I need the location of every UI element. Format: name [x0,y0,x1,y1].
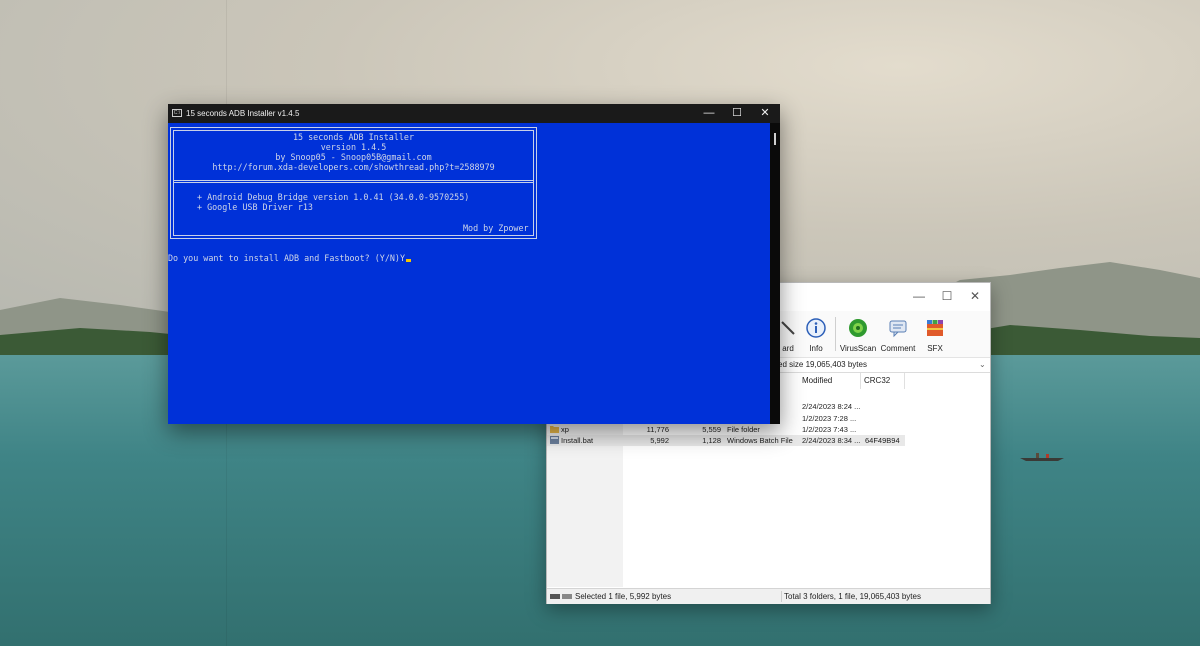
toolbar-separator [835,317,836,351]
console-scrollbar[interactable] [770,123,780,424]
row-modified: 1/2/2023 7:43 ... [802,425,857,434]
status-selected: Selected 1 file, 5,992 bytes [575,592,672,601]
virusscan-label: VirusScan [839,344,877,353]
console-window[interactable]: C:\ 15 seconds ADB Installer v1.4.5 — ☐ … [168,104,780,424]
console-app-icon: C:\ [172,109,182,117]
folder-icon [550,426,559,433]
sfx-icon [927,320,943,336]
row-modified: 2/24/2023 8:24 ... [802,402,861,411]
row-type: Windows Batch File [727,436,793,445]
banner-version: version 1.4.5 [320,142,387,152]
virusscan-button[interactable]: VirusScan [837,315,879,355]
banner-divider [173,182,534,183]
console-prompt: Do you want to install ADB and Fastboot?… [168,253,405,263]
chevron-down-icon[interactable]: ⌄ [979,358,986,372]
row-modified: 1/2/2023 7:28 ... [802,414,857,423]
sfx-button[interactable]: SFX [914,315,956,355]
archive-status-bar: Selected 1 file, 5,992 bytes Total 3 fol… [547,588,990,604]
drive-icon [550,594,572,599]
row-name: Install.bat [561,436,594,445]
row-packed: 5,559 [702,425,721,434]
sfx-label: SFX [927,344,943,353]
status-total: Total 3 folders, 1 file, 19,065,403 byte… [784,592,921,601]
banner-item-adb: + Android Debug Bridge version 1.0.41 (3… [197,192,470,202]
row-crc32: 64F49B94 [865,436,900,445]
banner-author: by Snoop05 - Snoop05B@gmail.com [275,152,432,162]
comment-icon [889,320,907,338]
comment-label: Comment [880,344,916,353]
boat-figure [1020,453,1064,461]
row-size: 5,992 [650,436,669,445]
row-size: 11,776 [646,425,669,434]
column-header-modified[interactable]: Modified [799,373,861,389]
virusscan-icon [849,319,867,337]
row-modified: 2/24/2023 8:34 ... [802,436,861,445]
info-button[interactable]: Info [795,315,837,355]
console-minimize-button[interactable]: — [694,104,724,123]
banner-name: 15 seconds ADB Installer [292,132,414,142]
status-divider [781,591,782,602]
scrollbar-thumb[interactable] [774,133,776,145]
row-packed: 1,128 [702,436,721,445]
banner-item-usb-driver: + Google USB Driver r13 [197,202,313,212]
text-cursor [405,259,411,262]
table-row-selected[interactable]: Install.bat 5,992 1,128 Windows Batch Fi… [547,435,990,446]
comment-button[interactable]: Comment [877,315,919,355]
console-maximize-button[interactable]: ☐ [722,104,752,123]
console-prompt-line[interactable]: Do you want to install ADB and Fastboot?… [168,253,411,263]
archive-path-text: ked size 19,065,403 bytes [774,360,867,369]
column-header-crc32[interactable]: CRC32 [861,373,905,389]
banner-url: http://forum.xda-developers.com/showthre… [212,162,495,172]
batch-file-icon [550,436,559,444]
info-label: Info [809,344,823,353]
archive-maximize-button[interactable]: ☐ [933,287,961,305]
info-icon [806,318,826,338]
banner-mod: Mod by Zpower [463,223,529,233]
console-titlebar[interactable]: C:\ 15 seconds ADB Installer v1.4.5 — ☐ … [168,104,780,123]
console-close-button[interactable]: ✕ [750,104,780,123]
row-name: xp [561,425,569,434]
table-row[interactable]: xp 11,776 5,559 File folder 1/2/2023 7:4… [547,424,990,435]
archive-minimize-button[interactable]: — [905,287,933,305]
archive-close-button[interactable]: ✕ [961,287,989,305]
console-output[interactable]: 15 seconds ADB Installer version 1.4.5 b… [168,123,780,424]
banner-divider [173,180,534,181]
row-type: File folder [727,425,760,434]
console-title: 15 seconds ADB Installer v1.4.5 [186,109,300,118]
